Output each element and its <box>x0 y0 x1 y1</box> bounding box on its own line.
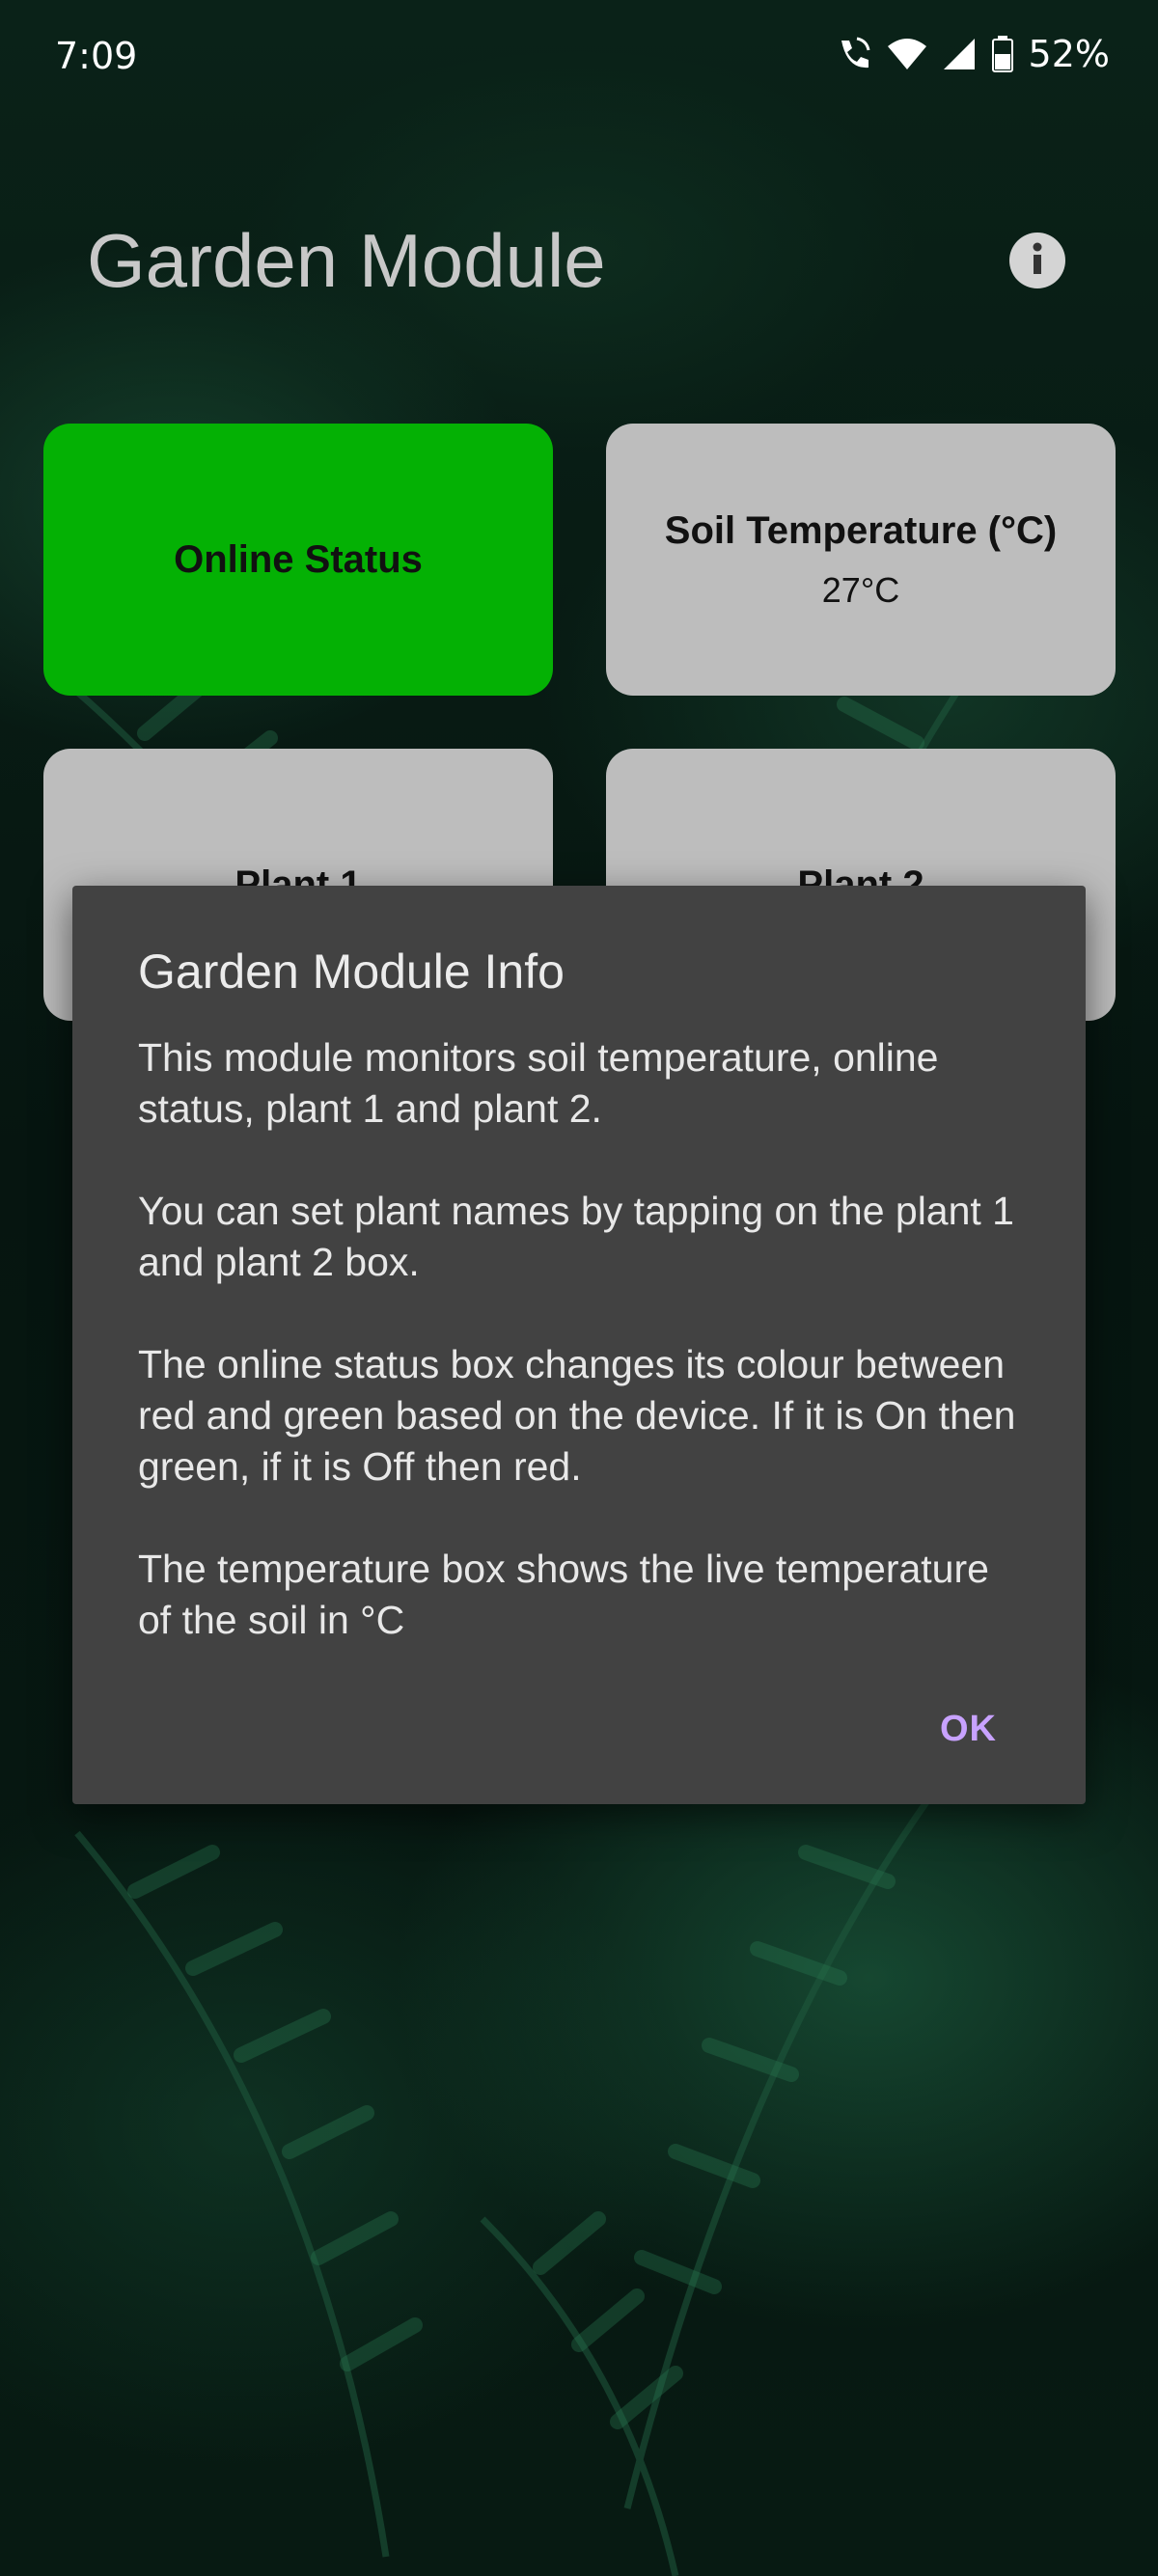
ok-button[interactable]: OK <box>940 1709 997 1750</box>
info-dialog: Garden Module Info This module monitors … <box>72 886 1086 1804</box>
dialog-title: Garden Module Info <box>138 945 565 999</box>
dialog-body: This module monitors soil temperature, o… <box>138 1032 1026 1697</box>
dialog-paragraph: This module monitors soil temperature, o… <box>138 1035 939 1131</box>
dialog-paragraph: The online status box changes its colour… <box>138 1342 1016 1489</box>
dialog-paragraph: You can set plant names by tapping on th… <box>138 1189 1014 1284</box>
dialog-paragraph: The temperature box shows the live tempe… <box>138 1547 989 1642</box>
